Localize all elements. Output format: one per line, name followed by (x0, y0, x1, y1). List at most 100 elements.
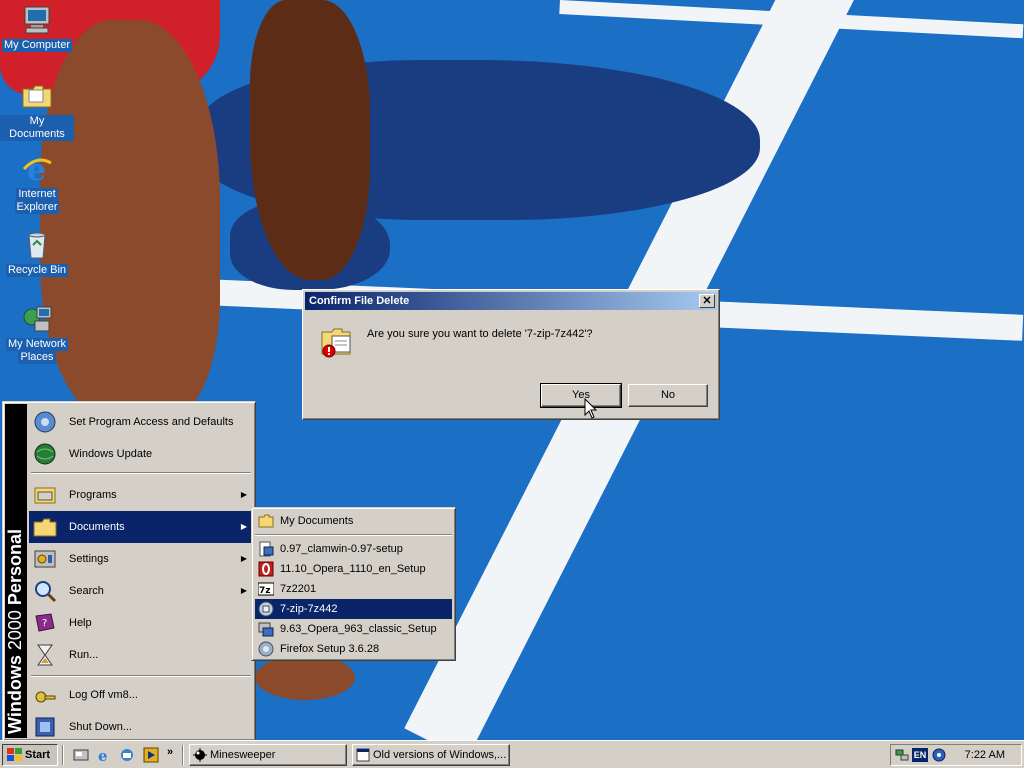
desktop-icon-label: My Network (5, 338, 69, 351)
start-item-label: Windows Update (69, 448, 153, 460)
start-item-programs[interactable]: Programs ▶ (29, 479, 253, 511)
media-player-icon[interactable] (143, 747, 159, 763)
shut-down-icon (33, 715, 57, 739)
dialog-titlebar[interactable]: Confirm File Delete ✕ (305, 292, 717, 310)
outlook-express-icon[interactable] (119, 747, 135, 763)
start-button[interactable]: Start (2, 744, 58, 766)
desktop-icon-my-documents[interactable]: My Documents (0, 80, 74, 141)
start-item-settings[interactable]: Settings ▶ (29, 543, 253, 575)
start-item-set-program-access[interactable]: Set Program Access and Defaults (29, 406, 253, 438)
start-item-windows-update[interactable]: Windows Update (29, 438, 253, 470)
mouse-cursor-icon (584, 397, 598, 420)
desktop-icon-label: My Computer (1, 39, 73, 52)
svg-text:?: ? (42, 618, 47, 629)
setup-file-icon (258, 541, 274, 557)
documents-item-7zip-7z442[interactable]: 7-zip-7z442 (255, 599, 452, 619)
dialog-close-button[interactable]: ✕ (699, 294, 715, 308)
documents-folder-icon (33, 515, 57, 539)
network-status-icon[interactable] (895, 748, 909, 762)
start-item-label: Search (69, 585, 104, 597)
banner-version: 2000 (5, 610, 25, 651)
internet-explorer-icon[interactable]: e (96, 747, 112, 765)
task-button-label: Minesweeper (210, 749, 276, 761)
installer-icon (258, 641, 274, 657)
start-item-label: Set Program Access and Defaults (69, 416, 234, 428)
start-item-documents[interactable]: Documents ▶ (29, 511, 253, 543)
desktop-icon-label: Internet (16, 188, 58, 201)
documents-submenu: My Documents 0.97_clamwin-0.97-setup 11.… (251, 507, 456, 661)
documents-item-my-documents[interactable]: My Documents (255, 511, 452, 531)
documents-item-opera-1110[interactable]: 11.10_Opera_1110_en_Setup (255, 559, 452, 579)
start-item-label: Shut Down... (69, 721, 132, 733)
dialog-message: Are you sure you want to delete '7-zip-7… (367, 328, 593, 340)
start-item-label: Run... (69, 649, 99, 661)
menu-separator (255, 534, 452, 536)
desktop-icon-internet-explorer[interactable]: e Internet Explorer (0, 153, 74, 214)
submenu-arrow-icon: ▶ (240, 490, 247, 499)
taskbar-separator (182, 745, 184, 765)
settings-icon (33, 547, 57, 571)
documents-item-label: My Documents (280, 515, 354, 527)
wallpaper-shape (255, 655, 355, 700)
submenu-arrow-icon: ▶ (240, 586, 247, 595)
7zip-icon: 7z (257, 581, 275, 597)
task-button-old-versions[interactable]: Old versions of Windows,... (352, 744, 510, 766)
clock[interactable]: 7:22 AM (965, 745, 1005, 765)
minesweeper-icon (193, 748, 207, 762)
taskbar-separator (62, 745, 64, 765)
opera-icon (258, 561, 274, 577)
documents-item-label: 0.97_clamwin-0.97-setup (280, 543, 403, 555)
start-item-search[interactable]: Search ▶ (29, 575, 253, 607)
submenu-arrow-icon: ▶ (240, 554, 247, 563)
start-item-log-off[interactable]: Log Off vm8... (29, 679, 253, 711)
banner-brand: Windows (5, 655, 25, 734)
svg-text:7z: 7z (259, 586, 271, 596)
taskbar: Start e » Minesweeper Old versions of Wi… (0, 740, 1024, 768)
start-item-help[interactable]: ? Help (29, 607, 253, 639)
documents-item-clamwin[interactable]: 0.97_clamwin-0.97-setup (255, 539, 452, 559)
volume-icon[interactable] (932, 748, 946, 762)
language-indicator[interactable]: EN (912, 748, 928, 762)
start-item-label: Log Off vm8... (69, 689, 138, 701)
start-item-shut-down[interactable]: Shut Down... (29, 711, 253, 743)
quick-launch-more-button[interactable]: » (167, 746, 173, 758)
menu-separator (31, 472, 251, 474)
internet-explorer-icon: e (21, 153, 53, 188)
desktop-icon-label: Places (18, 351, 56, 364)
desktop-icon-recycle-bin[interactable]: Recycle Bin (0, 229, 74, 277)
start-item-label: Help (69, 617, 92, 629)
task-button-label: Old versions of Windows,... (373, 749, 507, 761)
desktop-icon-my-network-places[interactable]: My Network Places (0, 303, 74, 364)
documents-item-label: 7z2201 (280, 583, 317, 595)
documents-item-label: 11.10_Opera_1110_en_Setup (280, 563, 426, 575)
documents-item-7z2201[interactable]: 7z 7z2201 (255, 579, 452, 599)
submenu-arrow-icon: ▶ (240, 522, 247, 531)
help-book-icon: ? (33, 611, 57, 635)
recycle-bin-icon (21, 229, 53, 261)
documents-item-firefox-setup[interactable]: Firefox Setup 3.6.28 (255, 639, 452, 659)
no-button[interactable]: No (628, 384, 708, 407)
start-item-label: Documents (69, 521, 125, 533)
documents-item-label: Firefox Setup 3.6.28 (280, 643, 380, 655)
search-icon (33, 579, 57, 603)
svg-text:e: e (98, 747, 108, 763)
start-item-run[interactable]: Run... (29, 639, 253, 671)
network-icon (21, 303, 53, 335)
banner-edition: Personal (5, 529, 25, 606)
desktop-icon-label: Recycle Bin (5, 264, 69, 277)
start-item-label: Programs (69, 489, 117, 501)
windows-update-globe-icon (33, 442, 57, 466)
task-button-minesweeper[interactable]: Minesweeper (189, 744, 347, 766)
start-menu: Windows 2000 Personal Set Program Access… (2, 401, 256, 741)
installer-icon (258, 601, 274, 617)
desktop-icon-my-computer[interactable]: My Computer (0, 4, 74, 52)
browser-window-icon (356, 748, 370, 762)
start-item-label: Settings (69, 553, 109, 565)
confirm-delete-dialog: Confirm File Delete ✕ Are you sure you w… (302, 289, 720, 420)
show-desktop-icon[interactable] (73, 747, 89, 763)
yes-button[interactable]: Yes (540, 383, 622, 408)
desktop-icon-label: My Documents (0, 115, 74, 141)
menu-separator (31, 675, 251, 677)
documents-item-opera-963[interactable]: 9.63_Opera_963_classic_Setup (255, 619, 452, 639)
folder-documents-icon (21, 80, 53, 112)
